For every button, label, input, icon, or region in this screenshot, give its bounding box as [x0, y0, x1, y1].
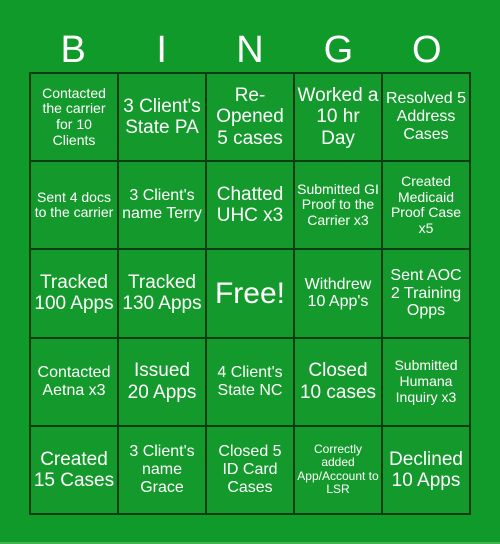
free-space[interactable]: Free! [206, 249, 294, 338]
cell-text: Resolved 5 Address Cases [385, 90, 467, 144]
cell-text: Created 15 Cases [33, 448, 115, 491]
cell-text: Free! [214, 276, 286, 310]
bingo-cell[interactable]: Withdrew 10 App's [294, 249, 382, 338]
cell-text: Tracked 130 Apps [122, 272, 202, 315]
bingo-cell[interactable]: Declined 10 Apps [382, 425, 470, 514]
cell-text: Closed 10 cases [299, 360, 377, 403]
bingo-cell[interactable]: Tracked 100 Apps [30, 249, 118, 338]
bingo-cell[interactable]: Sent AOC 2 Training Opps [382, 249, 470, 338]
cell-text: 3 Client's name Terry [122, 187, 202, 223]
cell-text: Declined 10 Apps [389, 448, 463, 491]
cell-text: Submitted Humana Inquiry x3 [394, 357, 458, 405]
bingo-cell[interactable]: Chatted UHC x3 [206, 161, 294, 250]
bingo-cell[interactable]: Closed 10 cases [294, 337, 382, 426]
cell-text: Closed 5 ID Card Cases [218, 443, 282, 496]
cell-text: Re-Opened 5 cases [216, 85, 284, 149]
bingo-cell[interactable]: Correctly added App/Account to LSR [294, 425, 382, 514]
bingo-cell[interactable]: Issued 20 Apps [118, 337, 206, 426]
bingo-cell[interactable]: Submitted Humana Inquiry x3 [382, 337, 470, 426]
cell-text: 4 Client's State NC [217, 363, 283, 399]
cell-text: Issued 20 Apps [127, 360, 197, 403]
header-letter-b: B [60, 29, 86, 71]
bingo-cell[interactable]: Worked a 10 hr Day [294, 73, 382, 162]
bingo-cell[interactable]: Sent 4 docs to the carrier [30, 161, 118, 250]
cell-text: Sent AOC 2 Training Opps [390, 266, 462, 320]
bingo-cell[interactable]: 3 Client's name Grace [118, 425, 206, 514]
bingo-header: B I N G O [29, 30, 471, 70]
bingo-card: Contacted the carrier for 10 Clients 3 C… [29, 72, 471, 515]
cell-text: Correctly added App/Account to LSR [297, 442, 379, 497]
cell-text: Chatted UHC x3 [216, 184, 284, 227]
bingo-cell[interactable]: 3 Client's State PA [118, 73, 206, 162]
cell-text: Worked a 10 hr Day [297, 85, 379, 149]
header-letter-i: I [156, 29, 167, 71]
bingo-cell[interactable]: 4 Client's State NC [206, 337, 294, 426]
cell-text: Withdrew 10 App's [304, 275, 372, 311]
header-letter-n: N [236, 29, 264, 71]
bingo-cell[interactable]: Contacted the carrier for 10 Clients [30, 73, 118, 162]
bingo-cell[interactable]: Submitted GI Proof to the Carrier x3 [294, 161, 382, 250]
cell-text: Contacted the carrier for 10 Clients [42, 84, 106, 148]
cell-text: Tracked 100 Apps [34, 272, 114, 315]
bingo-cell[interactable]: Tracked 130 Apps [118, 249, 206, 338]
bingo-cell[interactable]: 3 Client's name Terry [118, 161, 206, 250]
cell-text: Created Medicaid Proof Case x5 [390, 172, 462, 236]
bingo-cell[interactable]: Created 15 Cases [30, 425, 118, 514]
bingo-cell[interactable]: Contacted Aetna x3 [30, 337, 118, 426]
bingo-cell[interactable]: Resolved 5 Address Cases [382, 73, 470, 162]
cell-text: Submitted GI Proof to the Carrier x3 [297, 180, 379, 229]
bingo-cell[interactable]: Closed 5 ID Card Cases [206, 425, 294, 514]
header-letter-g: G [323, 29, 354, 71]
bingo-cell[interactable]: Re-Opened 5 cases [206, 73, 294, 162]
header-letter-o: O [412, 29, 442, 71]
cell-text: Sent 4 docs to the carrier [34, 188, 114, 221]
cell-text: 3 Client's State PA [123, 95, 201, 139]
bingo-cell[interactable]: Created Medicaid Proof Case x5 [382, 161, 470, 250]
cell-text: Contacted Aetna x3 [37, 363, 111, 399]
cell-text: 3 Client's name Grace [129, 443, 195, 496]
